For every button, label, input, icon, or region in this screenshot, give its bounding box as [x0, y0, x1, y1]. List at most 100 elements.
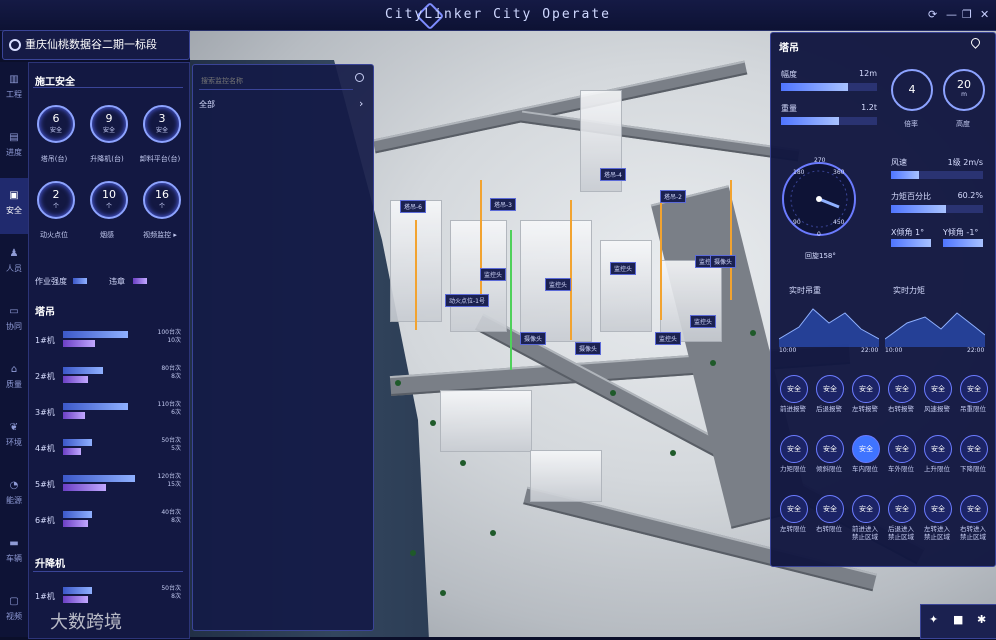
share-icon[interactable]: ⟳	[928, 8, 937, 21]
map-tag[interactable]: 塔吊-2	[660, 190, 686, 203]
alarm-status-button[interactable]: 安全	[852, 495, 880, 523]
crane	[660, 200, 662, 320]
stat-ring[interactable]: 10 个	[90, 181, 128, 219]
alarm-status-button[interactable]: 安全	[852, 435, 880, 463]
alarm-status-button[interactable]: 安全	[960, 375, 988, 403]
alarm-status-button[interactable]: 安全	[816, 375, 844, 403]
nav-item-video[interactable]: ▢ 视频	[0, 584, 28, 640]
legend-swatch-intensity	[73, 278, 87, 284]
crane-name: 4#机	[35, 444, 55, 453]
stat-value: 1级 2m/s	[947, 158, 983, 167]
crane-violation: 8次	[171, 373, 181, 380]
alarm-label: 右转限位	[816, 525, 842, 533]
alarm-status-button[interactable]: 安全	[816, 435, 844, 463]
stat-label: 卸料平台(台)	[139, 155, 181, 163]
map-tag[interactable]: 监控头	[480, 268, 507, 281]
crane-violation-bar	[63, 520, 88, 527]
map-tag[interactable]: 摄像头	[520, 332, 547, 345]
tree-item-all[interactable]: 全部	[199, 99, 215, 110]
tree	[440, 590, 446, 596]
alarm-status-button[interactable]: 安全	[924, 375, 952, 403]
x-tick: 22:00	[861, 347, 879, 354]
alarm-status-button[interactable]: 安全	[780, 375, 808, 403]
nav-item-safety[interactable]: ▣ 安全	[0, 178, 28, 234]
nav-item-progress[interactable]: ▤ 进度	[0, 120, 28, 176]
video-icon: ▢	[9, 596, 19, 607]
nav-item-environment[interactable]: ❦ 环境	[0, 410, 28, 466]
crane	[480, 180, 482, 300]
nav-item-collab[interactable]: ▭ 协同	[0, 294, 28, 350]
nav-item-quality[interactable]: ⌂ 质量	[0, 352, 28, 408]
crane	[415, 220, 417, 330]
alarm-status-button[interactable]: 安全	[852, 375, 880, 403]
alarm-status-button[interactable]: 安全	[780, 495, 808, 523]
legend-intensity: 作业强度	[35, 277, 67, 286]
search-icon[interactable]	[355, 73, 364, 82]
stat-ring[interactable]: 9 安全	[90, 105, 128, 143]
bulb-icon[interactable]: ✦	[929, 613, 938, 626]
alarm-status-button[interactable]: 安全	[960, 495, 988, 523]
map-tag[interactable]: 摄像头	[710, 255, 737, 268]
tree	[395, 380, 401, 386]
person-icon: ♟	[9, 248, 19, 259]
crane-count: 80台次	[161, 365, 181, 372]
settings-icon[interactable]: ✱	[977, 613, 986, 626]
stat-label: 烟感	[100, 231, 114, 239]
stat-ring[interactable]: 3 安全	[143, 105, 181, 143]
tree	[430, 420, 436, 426]
chevron-right-icon[interactable]: ›	[359, 97, 363, 110]
alarm-status-button[interactable]: 安全	[960, 435, 988, 463]
map-tag[interactable]: 监控头	[690, 315, 717, 328]
height-unit: m	[961, 91, 967, 98]
nav-item-energy[interactable]: ◔ 能源	[0, 468, 28, 524]
tree	[670, 450, 676, 456]
video-monitor-link[interactable]: 视频监控 ▸	[135, 230, 185, 240]
stat-ring[interactable]: 6 安全	[37, 105, 75, 143]
crane-violation: 6次	[171, 409, 181, 416]
map-tag[interactable]: 动火点位-1号	[445, 294, 489, 307]
alarm-label: 右转进入 禁止区域	[960, 525, 986, 541]
camera-search-panel: 全部 ›	[192, 64, 374, 631]
map-tag[interactable]: 监控头	[655, 332, 682, 345]
hoist-intensity-bar	[63, 587, 92, 594]
map-tag[interactable]: 监控头	[545, 278, 572, 291]
close-button[interactable]: ✕	[980, 8, 989, 21]
tree	[610, 390, 616, 396]
alarm-status-button[interactable]: 安全	[816, 495, 844, 523]
map-tag[interactable]: 塔吊-3	[490, 198, 516, 211]
dial-tick: 90	[793, 219, 801, 226]
x-tick: 22:00	[967, 347, 985, 354]
stat-ring[interactable]: 16 个	[143, 181, 181, 219]
alarm-label: 左转进入 禁止区域	[924, 525, 950, 541]
nav-item-vehicle[interactable]: ▬ 车辆	[0, 526, 28, 582]
map-tag[interactable]: 塔吊-4	[600, 168, 626, 181]
map-tag[interactable]: 塔吊-6	[400, 200, 426, 213]
progress-icon: ▤	[9, 132, 19, 143]
project-selector[interactable]: 重庆仙桃数据谷二期一标段	[2, 30, 190, 60]
nav-item-personnel[interactable]: ♟ 人员	[0, 236, 28, 292]
minimize-button[interactable]: —	[946, 8, 957, 21]
camera-icon[interactable]: ■	[953, 613, 963, 626]
crane-intensity-bar	[63, 403, 128, 410]
stat-ring[interactable]: 2个	[37, 181, 75, 219]
tree	[410, 550, 416, 556]
multiplier-gauge: 4	[891, 69, 933, 111]
crane-name: 3#机	[35, 408, 55, 417]
map-tag[interactable]: 监控头	[610, 262, 637, 275]
alarm-status-button[interactable]: 安全	[888, 375, 916, 403]
nav-item-engineering[interactable]: ▥ 工程	[0, 62, 28, 118]
tree	[490, 530, 496, 536]
alarm-status-button[interactable]: 安全	[888, 495, 916, 523]
map-tag[interactable]: 摄像头	[575, 342, 602, 355]
height-gauge: 20 m	[943, 69, 985, 111]
alarm-status-button[interactable]: 安全	[780, 435, 808, 463]
maximize-button[interactable]: ❐	[962, 8, 972, 21]
location-pin-icon[interactable]	[969, 36, 982, 49]
crane-name: 2#机	[35, 372, 55, 381]
alarm-status-button[interactable]: 安全	[888, 435, 916, 463]
alarm-status-button[interactable]: 安全	[924, 435, 952, 463]
search-input[interactable]	[199, 73, 353, 90]
legend-swatch-violation	[133, 278, 147, 284]
crane-violation-bar	[63, 448, 81, 455]
alarm-status-button[interactable]: 安全	[924, 495, 952, 523]
